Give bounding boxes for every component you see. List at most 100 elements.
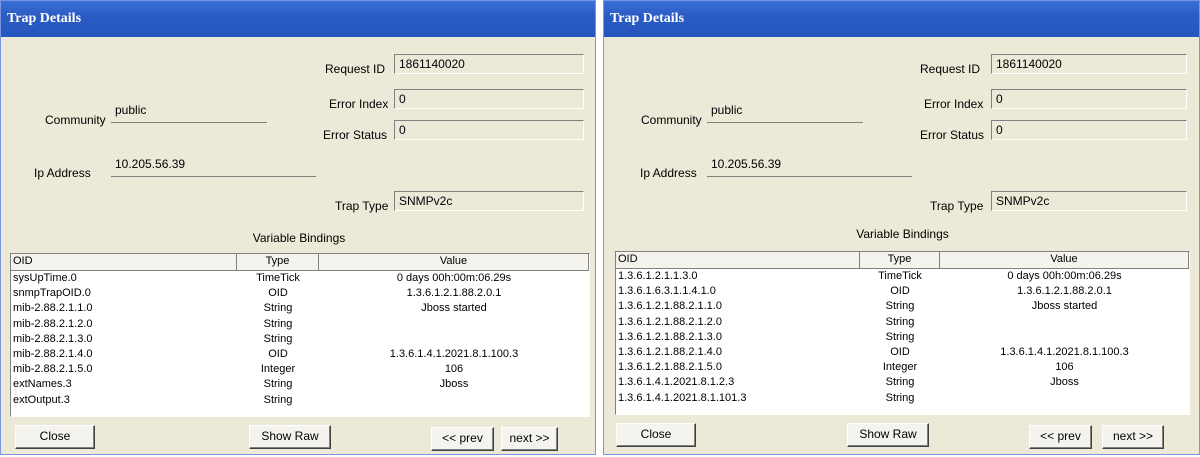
oid-cell: 1.3.6.1.2.1.88.2.1.2.0 <box>618 315 722 328</box>
error-index-field[interactable]: 0 <box>394 89 584 109</box>
error-status-label: Error Status <box>323 128 388 142</box>
type-cell: String <box>263 378 293 391</box>
table-row[interactable]: extNames.3 String Jboss <box>11 377 589 392</box>
type-cell: String <box>885 315 915 328</box>
table-row[interactable]: 1.3.6.1.2.1.1.3.0 TimeTick 0 days 00h:00m:… <box>616 269 1189 284</box>
oid-cell: snmpTrapOID.0 <box>13 287 91 300</box>
table-row[interactable]: 1.3.6.1.6.3.1.1.4.1.0 OID 1.3.6.1.2.1.88.2… <box>616 284 1189 299</box>
column-header-value[interactable]: Value <box>940 252 1189 268</box>
request-id-field[interactable]: 1861140020 <box>991 54 1187 74</box>
prev-button[interactable]: << prev <box>1029 425 1092 449</box>
table-header: OID Type Value <box>616 252 1189 269</box>
error-index-label: Error Index <box>924 97 984 111</box>
show-raw-button[interactable]: Show Raw <box>847 423 929 447</box>
community-field[interactable]: public <box>707 99 863 123</box>
table-row[interactable]: 1.3.6.1.2.1.88.2.1.5.0 Integer 106 <box>616 360 1189 375</box>
trap-type-field[interactable]: SNMPv2c <box>394 191 584 211</box>
ip-address-field[interactable]: 10.205.56.39 <box>707 153 912 177</box>
table-row[interactable]: mib-2.88.2.1.1.0 String Jboss started <box>11 301 589 316</box>
table-row[interactable]: mib-2.88.2.1.2.0 String <box>11 317 589 332</box>
table-row[interactable]: sysUpTime.0 TimeTick 0 days 00h:00m:06.29s <box>11 271 589 286</box>
ip-address-label: Ip Address <box>640 166 697 180</box>
table-header: OID Type Value <box>11 254 589 271</box>
oid-cell: mib-2.88.2.1.4.0 <box>13 347 93 360</box>
error-status-field[interactable]: 0 <box>991 120 1187 140</box>
table-row[interactable]: 1.3.6.1.4.1.2021.8.1.2.3 String Jboss <box>616 375 1189 390</box>
type-cell: OID <box>890 285 910 298</box>
ip-address-label: Ip Address <box>34 166 91 180</box>
community-label: Community <box>45 113 106 127</box>
oid-cell: 1.3.6.1.2.1.88.2.1.1.0 <box>618 300 722 313</box>
trap-type-label: Trap Type <box>930 199 984 213</box>
type-cell: String <box>885 300 915 313</box>
community-field[interactable]: public <box>111 99 267 123</box>
column-header-oid[interactable]: OID <box>616 252 860 268</box>
type-cell: String <box>263 332 293 345</box>
table-row[interactable]: snmpTrapOID.0 OID 1.3.6.1.2.1.88.2.0.1 <box>11 286 589 301</box>
type-cell: String <box>263 302 293 315</box>
column-header-type[interactable]: Type <box>237 254 319 270</box>
table-row[interactable]: 1.3.6.1.2.1.88.2.1.4.0 OID 1.3.6.1.4.1.202… <box>616 345 1189 360</box>
oid-cell: 1.3.6.1.2.1.88.2.1.5.0 <box>618 361 722 374</box>
oid-cell: sysUpTime.0 <box>13 272 77 284</box>
type-cell: Integer <box>260 363 296 376</box>
next-button[interactable]: next >> <box>501 427 558 451</box>
value-cell: 1.3.6.1.2.1.88.2.0.1 <box>406 287 502 300</box>
request-id-field[interactable]: 1861140020 <box>394 54 584 74</box>
table-row[interactable]: mib-2.88.2.1.4.0 OID 1.3.6.1.4.1.2021.8.1.… <box>11 347 589 362</box>
ip-address-field[interactable]: 10.205.56.39 <box>111 153 316 177</box>
value-cell: 0 days 00h:00m:06.29s <box>396 272 512 284</box>
value-cell <box>319 393 589 408</box>
column-header-value[interactable]: Value <box>319 254 589 270</box>
oid-cell: 1.3.6.1.4.1.2021.8.1.101.3 <box>618 391 747 404</box>
type-cell: TimeTick <box>256 272 300 284</box>
trap-type-label: Trap Type <box>335 199 389 213</box>
error-status-label: Error Status <box>920 128 985 142</box>
column-header-oid[interactable]: OID <box>11 254 237 270</box>
request-id-label: Request ID <box>325 62 386 76</box>
value-cell: Jboss <box>1050 376 1079 389</box>
oid-cell: 1.3.6.1.6.3.1.1.4.1.0 <box>618 285 716 298</box>
value-cell: 1.3.6.1.4.1.2021.8.1.100.3 <box>389 347 519 360</box>
oid-cell: mib-2.88.2.1.1.0 <box>13 302 93 315</box>
next-button[interactable]: next >> <box>1102 425 1164 449</box>
type-cell: OID <box>890 345 910 358</box>
prev-button[interactable]: << prev <box>431 427 494 451</box>
type-cell: String <box>263 393 293 406</box>
value-cell: 1.3.6.1.2.1.88.2.0.1 <box>1017 285 1112 298</box>
type-cell: String <box>885 376 915 389</box>
oid-cell: extOutput.3 <box>13 393 70 406</box>
close-button[interactable]: Close <box>15 425 95 449</box>
oid-cell: 1.3.6.1.2.1.88.2.1.3.0 <box>618 330 722 343</box>
close-button[interactable]: Close <box>616 423 696 447</box>
column-header-type[interactable]: Type <box>860 252 940 268</box>
table-row[interactable]: extOutput.3 String <box>11 393 589 408</box>
table-row[interactable]: mib-2.88.2.1.5.0 Integer 106 <box>11 362 589 377</box>
value-cell: 0 days 00h:00m:06.29s <box>1007 270 1122 282</box>
value-cell <box>319 332 589 347</box>
window-title: Trap Details <box>604 1 1199 37</box>
window-title: Trap Details <box>1 1 595 37</box>
variable-bindings-table[interactable]: OID Type Value sysUpTime.0 TimeTick 0 days… <box>10 253 590 417</box>
table-row[interactable]: 1.3.6.1.4.1.2021.8.1.101.3 String <box>616 391 1189 406</box>
trap-details-window-right: Trap Details Request ID 1861140020 Error… <box>603 0 1200 455</box>
error-status-field[interactable]: 0 <box>394 120 584 140</box>
table-row[interactable]: mib-2.88.2.1.3.0 String <box>11 332 589 347</box>
type-cell: OID <box>268 347 288 360</box>
trap-type-field[interactable]: SNMPv2c <box>991 191 1187 211</box>
type-cell: String <box>885 391 915 404</box>
table-row[interactable]: 1.3.6.1.2.1.88.2.1.2.0 String <box>616 315 1189 330</box>
error-index-label: Error Index <box>329 97 389 111</box>
value-cell: 106 <box>444 363 464 376</box>
table-row[interactable]: 1.3.6.1.2.1.88.2.1.1.0 String Jboss starte… <box>616 299 1189 314</box>
type-cell: TimeTick <box>878 270 922 282</box>
value-cell: 1.3.6.1.4.1.2021.8.1.100.3 <box>1000 345 1129 358</box>
value-cell: 106 <box>1055 361 1074 374</box>
type-cell: String <box>885 330 915 343</box>
table-row[interactable]: 1.3.6.1.2.1.88.2.1.3.0 String <box>616 330 1189 345</box>
type-cell: OID <box>268 287 288 300</box>
value-cell <box>940 330 1189 345</box>
error-index-field[interactable]: 0 <box>991 89 1187 109</box>
variable-bindings-table[interactable]: OID Type Value 1.3.6.1.2.1.1.3.0 TimeTick… <box>615 251 1190 415</box>
show-raw-button[interactable]: Show Raw <box>249 425 331 449</box>
